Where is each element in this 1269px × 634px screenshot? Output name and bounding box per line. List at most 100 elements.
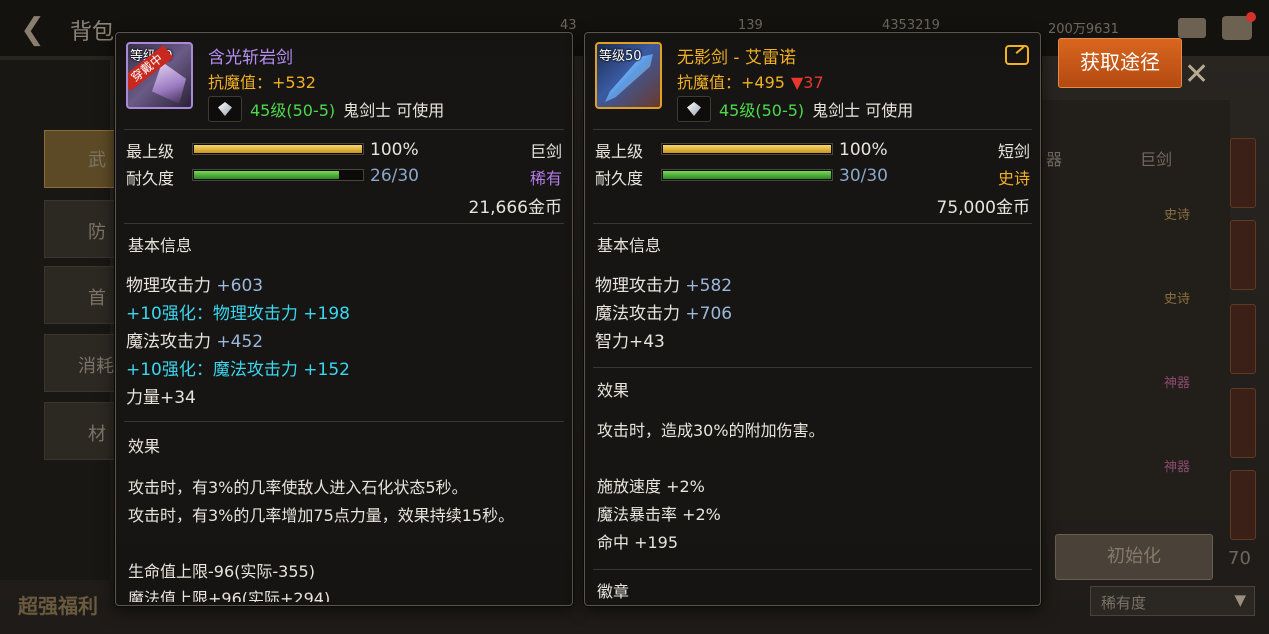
magic-resist-diff: ▼37	[790, 73, 824, 92]
item-name: 无影剑 - 艾雷诺	[677, 48, 796, 68]
effect-line: 命中 +195	[597, 533, 679, 552]
acquire-route-button[interactable]: 获取途径	[1058, 38, 1182, 88]
equipped-item-tooltip: 等级50 穿戴中 含光斩岩剑 抗魔值：+532 45级(50-5) 鬼剑士 可使…	[115, 32, 573, 606]
basic-info-title: 基本信息	[128, 236, 193, 255]
effect-line: 施放速度 +2%	[597, 477, 705, 496]
weapon-type: 短剑	[997, 142, 1030, 161]
divider	[124, 223, 564, 224]
list-thumbnail[interactable]	[1230, 304, 1256, 374]
durability-value: 30/30	[839, 166, 888, 186]
rarity-text: 史诗	[997, 169, 1030, 188]
divider	[593, 223, 1032, 224]
grade-bar	[661, 143, 833, 155]
stat-value: +603	[216, 276, 264, 296]
list-row-tag: 史诗	[1164, 208, 1191, 223]
durability-label: 耐久度	[595, 169, 644, 188]
stat-label: 魔法攻击力	[126, 332, 217, 352]
stat-value: +582	[685, 276, 733, 296]
stat-line: 魔法攻击力 +706	[595, 299, 732, 324]
back-arrow-icon[interactable]: ❮	[20, 12, 45, 47]
initialize-button[interactable]: 初始化	[1055, 534, 1213, 580]
list-thumbnail[interactable]	[1230, 388, 1256, 458]
durability-bar	[661, 169, 833, 181]
sidebar-label-armor: 防	[88, 222, 106, 243]
magic-resist-value: +532	[272, 73, 316, 92]
resource-count-3: 4353219	[882, 18, 940, 33]
sidebar-item-armor[interactable]	[44, 200, 124, 258]
stat-line: 力量+34	[126, 388, 196, 408]
column-header-greatsword: 巨剑	[1140, 150, 1173, 169]
effect-line: 攻击时，造成30%的附加伤害。	[597, 421, 825, 440]
item-icon: 等级50	[595, 42, 662, 109]
durability-bar-fill	[663, 171, 831, 179]
required-level: 45级(50-5)	[250, 101, 336, 120]
stat-line: 物理攻击力 +603	[126, 271, 263, 296]
rarity-select[interactable]: 稀有度 ▼	[1090, 586, 1255, 616]
resource-count-2: 139	[738, 18, 763, 33]
grade-value: 100%	[370, 140, 419, 160]
inventory-title: 背包	[70, 20, 115, 45]
enhance-line: +10强化：魔法攻击力 +152	[126, 360, 350, 380]
divider	[593, 367, 1032, 368]
list-thumbnail[interactable]	[1230, 220, 1256, 290]
required-level: 45级(50-5)	[719, 101, 805, 120]
sidebar-label-material: 材	[88, 424, 106, 445]
magic-resist-label: 抗魔值：	[208, 73, 273, 92]
item-count: 70	[1228, 548, 1251, 569]
list-row-tag: 神器	[1164, 376, 1191, 391]
sell-price: 75,000金币	[936, 198, 1030, 218]
diamond-icon	[677, 96, 711, 122]
bottom-logo: 超强福利	[18, 594, 98, 618]
resource-count-4: 200万9631	[1048, 22, 1119, 37]
effect-line: 攻击时，有3%的几率增加75点力量，效果持续15秒。	[128, 506, 515, 525]
sidebar-label-accessory: 首	[88, 288, 106, 309]
effect-line: 魔法值上限+96(实际+294)	[128, 589, 331, 606]
close-icon[interactable]: ✕	[1184, 60, 1209, 90]
emblem-title: 徽章	[597, 582, 630, 601]
sidebar-label-weapon: 武	[88, 150, 106, 171]
durability-bar-fill	[194, 171, 340, 179]
grade-label: 最上级	[126, 142, 175, 161]
divider	[124, 129, 564, 130]
divider	[593, 569, 1032, 570]
list-thumbnail[interactable]	[1230, 138, 1256, 208]
sidebar-item-weapon[interactable]	[44, 130, 124, 188]
magic-resist-value: +495	[741, 73, 785, 92]
sell-price: 21,666金币	[468, 198, 562, 218]
sidebar-item-accessory[interactable]	[44, 266, 124, 324]
stat-line: 智力+43	[595, 332, 665, 352]
rarity-text: 稀有	[529, 169, 562, 188]
sidebar-label-consumable: 消耗	[78, 356, 114, 377]
list-row-tag: 史诗	[1164, 292, 1191, 307]
item-name: 含光斩岩剑	[208, 48, 293, 68]
grade-bar-fill	[194, 145, 362, 153]
required-class: 鬼剑士 可使用	[343, 101, 445, 120]
requirement-row: 45级(50-5) 鬼剑士 可使用	[208, 95, 444, 123]
sidebar-item-material[interactable]	[44, 402, 124, 460]
stat-label: 物理攻击力	[595, 276, 686, 296]
resource-count-1: 43	[560, 18, 577, 33]
effect-title: 效果	[597, 381, 630, 400]
list-thumbnail[interactable]	[1230, 470, 1256, 540]
stat-line: 魔法攻击力 +452	[126, 327, 263, 352]
magic-resist: 抗魔值：+532	[208, 69, 316, 93]
durability-label: 耐久度	[126, 169, 175, 188]
notification-dot	[1246, 12, 1256, 22]
stat-label: 魔法攻击力	[595, 304, 686, 324]
effect-line: 攻击时，有3%的几率使敌人进入石化状态5秒。	[128, 478, 468, 497]
basic-info-title: 基本信息	[597, 236, 662, 255]
enhance-line: +10强化：物理攻击力 +198	[126, 304, 350, 324]
stat-label: 物理攻击力	[126, 276, 217, 296]
rarity-select-value: 稀有度	[1101, 594, 1147, 612]
diamond-icon	[208, 96, 242, 122]
divider	[124, 421, 564, 422]
effect-line: 魔法暴击率 +2%	[597, 505, 721, 524]
grade-bar	[192, 143, 364, 155]
mail-icon[interactable]	[1178, 18, 1206, 38]
equipment-list-panel	[1040, 100, 1230, 520]
grade-bar-fill	[663, 145, 831, 153]
share-icon[interactable]	[1005, 45, 1029, 65]
divider	[593, 129, 1032, 130]
weapon-type: 巨剑	[529, 142, 562, 161]
item-level-tag: 等级50	[599, 49, 642, 64]
